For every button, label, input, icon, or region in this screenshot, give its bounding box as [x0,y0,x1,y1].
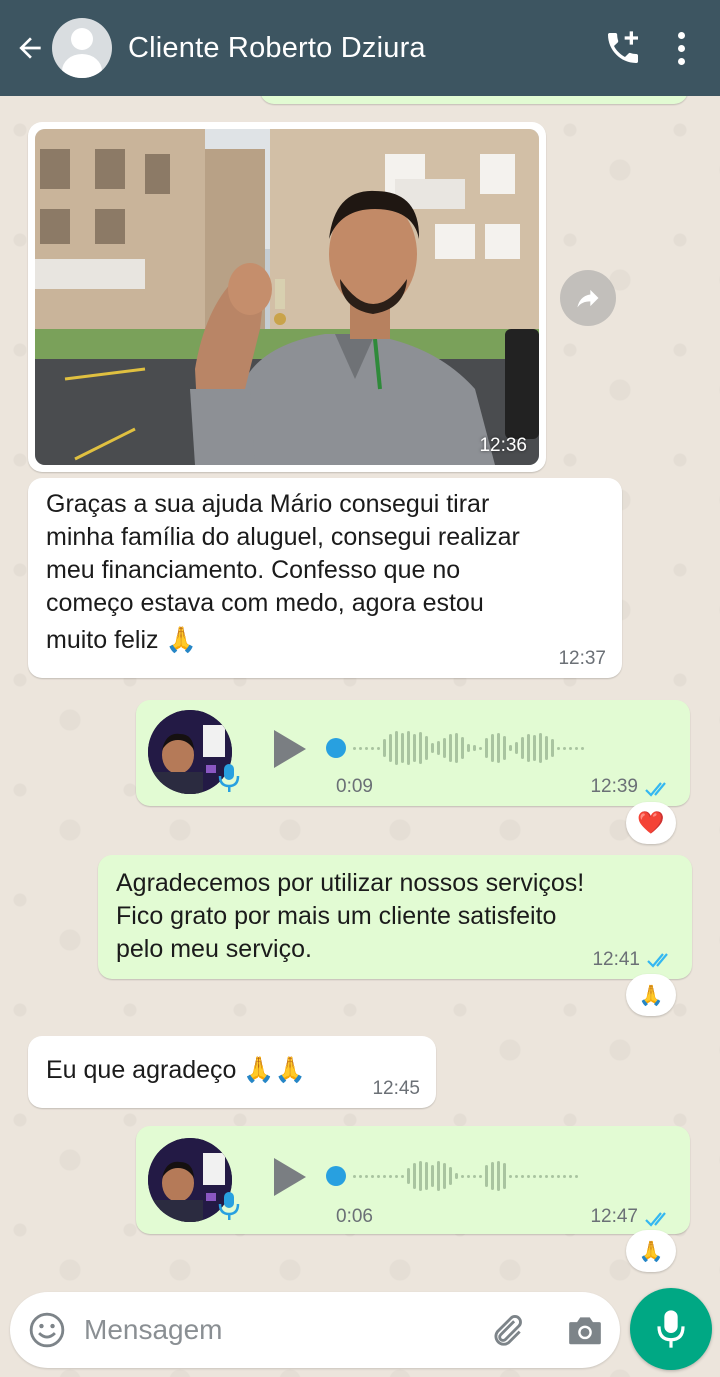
photo-illustration [35,129,539,465]
more-options-button[interactable] [666,18,696,78]
reaction-badge[interactable]: ❤️ [626,802,676,844]
audio-waveform[interactable] [326,1156,578,1196]
avatar-head [71,28,93,50]
message-line: muito feliz 🙏 [46,626,197,654]
praying-hands-icon: 🙏 [638,1240,664,1263]
audio-message[interactable]: 0:06 12:47 [136,1126,690,1234]
add-call-button[interactable] [598,18,648,78]
audio-duration: 0:09 [336,776,373,797]
message-text: Eu que agradeço 🙏🙏 [46,1056,306,1084]
playback-handle[interactable] [326,1166,346,1186]
emoji-icon[interactable] [28,1311,66,1349]
message-line: minha família do aluguel, consegui reali… [46,523,520,551]
message-line: Graças a sua ajuda Mário consegui tirar [46,490,490,518]
photo-timestamp: 12:36 [479,435,527,456]
reaction-badge[interactable]: 🙏 [626,1230,676,1272]
incoming-message[interactable]: Eu que agradeço 🙏🙏 12:45 [28,1036,436,1108]
read-ticks-icon [647,953,668,968]
add-call-icon [608,31,638,63]
message-line: Fico grato por mais um cliente satisfeit… [116,902,557,930]
forward-icon [577,289,599,308]
photo-message[interactable]: 12:36 [28,122,546,472]
read-ticks-icon [645,1212,666,1227]
read-ticks-icon [645,782,666,797]
mic-badge-icon [218,1192,240,1220]
play-icon[interactable] [272,728,308,770]
audio-message[interactable]: 0:09 12:39 [136,700,690,806]
outgoing-message[interactable]: Agradecemos por utilizar nossos serviços… [98,855,692,979]
message-line: começo estava com medo, agora estou [46,589,484,617]
message-line: Agradecemos por utilizar nossos serviços… [116,869,585,897]
message-text: Graças a sua ajuda Mário consegui tirar … [46,488,606,657]
message-timestamp: 12:45 [372,1078,420,1099]
mic-badge-icon [218,764,240,792]
photo-image[interactable]: 12:36 [35,129,539,465]
audio-duration: 0:06 [336,1206,373,1227]
playback-handle[interactable] [326,738,346,758]
incoming-message[interactable]: Graças a sua ajuda Mário consegui tirar … [28,478,622,678]
mic-icon [657,1310,685,1348]
back-button[interactable] [8,18,52,78]
message-input[interactable] [84,1310,464,1350]
chat-header: Cliente Roberto Dziura [0,0,720,96]
message-timestamp: 12:41 [592,949,640,970]
audio-waveform[interactable] [326,728,584,768]
praying-hands-icon: 🙏 [638,984,664,1007]
menu-dot [677,31,685,39]
message-line: meu financiamento. Confesso que no [46,556,461,584]
heart-icon: ❤️ [637,810,665,835]
avatar-body [62,54,102,78]
camera-icon[interactable] [566,1312,604,1348]
menu-dot [677,57,685,65]
record-voice-button[interactable] [630,1288,712,1370]
paperclip-icon[interactable] [488,1311,526,1349]
menu-dot [677,44,685,52]
message-timestamp: 12:37 [558,648,606,669]
play-icon[interactable] [272,1156,308,1198]
forward-button[interactable] [560,270,616,326]
arrow-left-icon [19,37,41,59]
message-composer [10,1292,620,1368]
contact-avatar[interactable] [52,18,112,78]
message-timestamp: 12:47 [590,1206,638,1227]
contact-name[interactable]: Cliente Roberto Dziura [128,32,598,65]
message-timestamp: 12:39 [590,776,638,797]
reaction-badge[interactable]: 🙏 [626,974,676,1016]
